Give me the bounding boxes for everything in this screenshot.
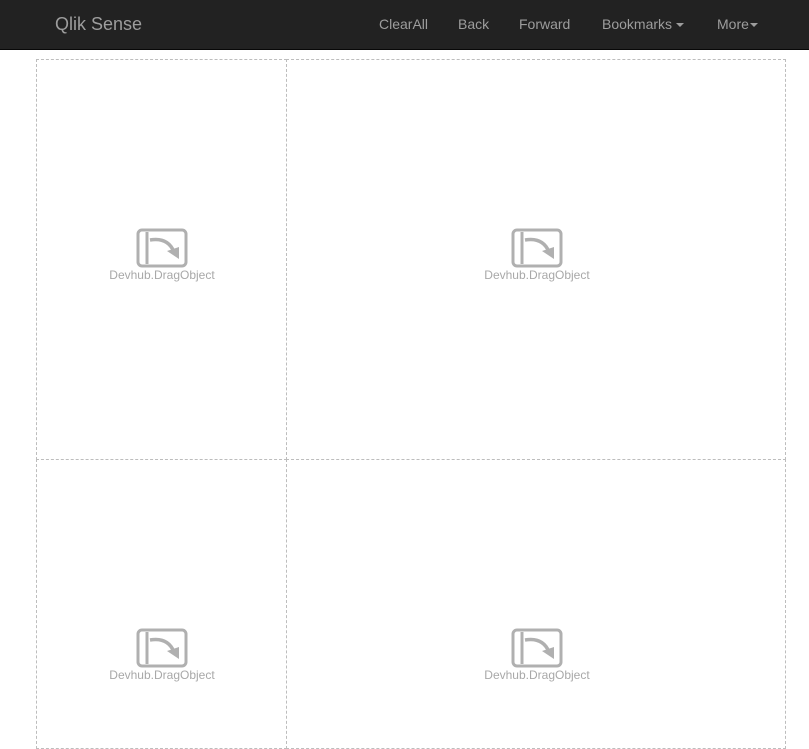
clear-all-button[interactable]: ClearAll bbox=[379, 0, 428, 48]
object-placeholder: Devhub.DragObject bbox=[82, 228, 242, 282]
extension-object-icon bbox=[136, 228, 188, 268]
object-grid: Devhub.DragObject Devhub.DragObject Devh… bbox=[36, 59, 786, 749]
top-navbar: Qlik Sense ClearAll Back Forward Bookmar… bbox=[0, 0, 809, 50]
object-label: Devhub.DragObject bbox=[484, 268, 590, 282]
object-cell[interactable]: Devhub.DragObject bbox=[36, 59, 287, 460]
bookmarks-label: Bookmarks bbox=[602, 16, 673, 32]
object-label: Devhub.DragObject bbox=[484, 668, 590, 682]
object-placeholder: Devhub.DragObject bbox=[457, 228, 617, 282]
extension-object-icon bbox=[511, 628, 563, 668]
extension-object-icon bbox=[511, 228, 563, 268]
caret-down-icon bbox=[676, 23, 685, 28]
object-cell[interactable]: Devhub.DragObject bbox=[286, 459, 786, 749]
bookmarks-dropdown[interactable]: Bookmarks bbox=[602, 0, 685, 48]
object-label: Devhub.DragObject bbox=[109, 268, 215, 282]
forward-button[interactable]: Forward bbox=[519, 0, 570, 48]
object-cell[interactable]: Devhub.DragObject bbox=[286, 59, 786, 460]
object-placeholder: Devhub.DragObject bbox=[457, 628, 617, 682]
back-button[interactable]: Back bbox=[458, 0, 489, 48]
object-label: Devhub.DragObject bbox=[109, 668, 215, 682]
object-cell[interactable]: Devhub.DragObject bbox=[36, 459, 287, 749]
extension-object-icon bbox=[136, 628, 188, 668]
brand-link[interactable]: Qlik Sense bbox=[55, 0, 142, 48]
object-placeholder: Devhub.DragObject bbox=[82, 628, 242, 682]
caret-down-icon bbox=[749, 23, 758, 28]
more-dropdown[interactable]: More bbox=[717, 0, 758, 48]
more-label: More bbox=[717, 16, 749, 32]
